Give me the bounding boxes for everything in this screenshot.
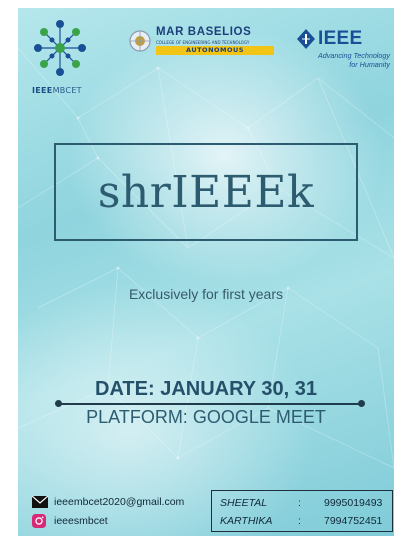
email-contact[interactable]: ieeembcet2020@gmail.com bbox=[32, 496, 184, 508]
ieee-diamond-icon bbox=[297, 29, 315, 49]
instagram-handle[interactable]: ieeesmbcet bbox=[54, 515, 108, 527]
separator: : bbox=[298, 497, 301, 509]
autonomous-badge: AUTONOMOUS bbox=[156, 46, 274, 55]
event-subtitle: Exclusively for first years bbox=[128, 286, 284, 302]
coordinator-row: KARTHIKA : 7994752451 bbox=[220, 515, 390, 529]
event-poster: IEEEMBCET MAR BASELIOS COLLEGE OF ENGINE… bbox=[18, 8, 394, 536]
mail-icon bbox=[32, 496, 48, 508]
event-title: shrIEEEk bbox=[97, 166, 315, 218]
college-emblem-icon bbox=[129, 30, 151, 52]
ieee-tagline: Advancing Technology for Humanity bbox=[317, 51, 390, 69]
coordinator-name: KARTHIKA bbox=[220, 515, 273, 527]
coordinators-box: SHEETAL : 9995019493 KARTHIKA : 79947524… bbox=[211, 490, 393, 532]
coordinator-row: SHEETAL : 9995019493 bbox=[220, 497, 390, 511]
instagram-icon bbox=[32, 514, 46, 528]
college-logo: MAR BASELIOS COLLEGE OF ENGINEERING AND … bbox=[128, 26, 278, 66]
coordinator-name: SHEETAL bbox=[220, 497, 268, 509]
event-platform: PLATFORM: GOOGLE MEET bbox=[86, 407, 326, 427]
divider-line bbox=[55, 400, 365, 407]
title-box: shrIEEEk bbox=[54, 143, 358, 241]
ieee-mbcet-label: IEEEMBCET bbox=[32, 86, 82, 95]
network-logo-icon bbox=[34, 20, 86, 76]
email-address[interactable]: ieeembcet2020@gmail.com bbox=[54, 496, 184, 508]
college-name: MAR BASELIOS bbox=[156, 26, 252, 38]
ieee-mbcet-logo: IEEEMBCET bbox=[30, 16, 90, 95]
college-subtitle: COLLEGE OF ENGINEERING AND TECHNOLOGY bbox=[156, 40, 250, 45]
ieee-wordmark: IEEE bbox=[318, 28, 363, 49]
event-date: DATE: JANUARY 30, 31 bbox=[95, 378, 317, 400]
coordinator-phone[interactable]: 9995019493 bbox=[324, 497, 382, 509]
coordinator-phone[interactable]: 7994752451 bbox=[324, 515, 382, 527]
separator: : bbox=[298, 515, 301, 527]
instagram-contact[interactable]: ieeesmbcet bbox=[32, 514, 108, 528]
